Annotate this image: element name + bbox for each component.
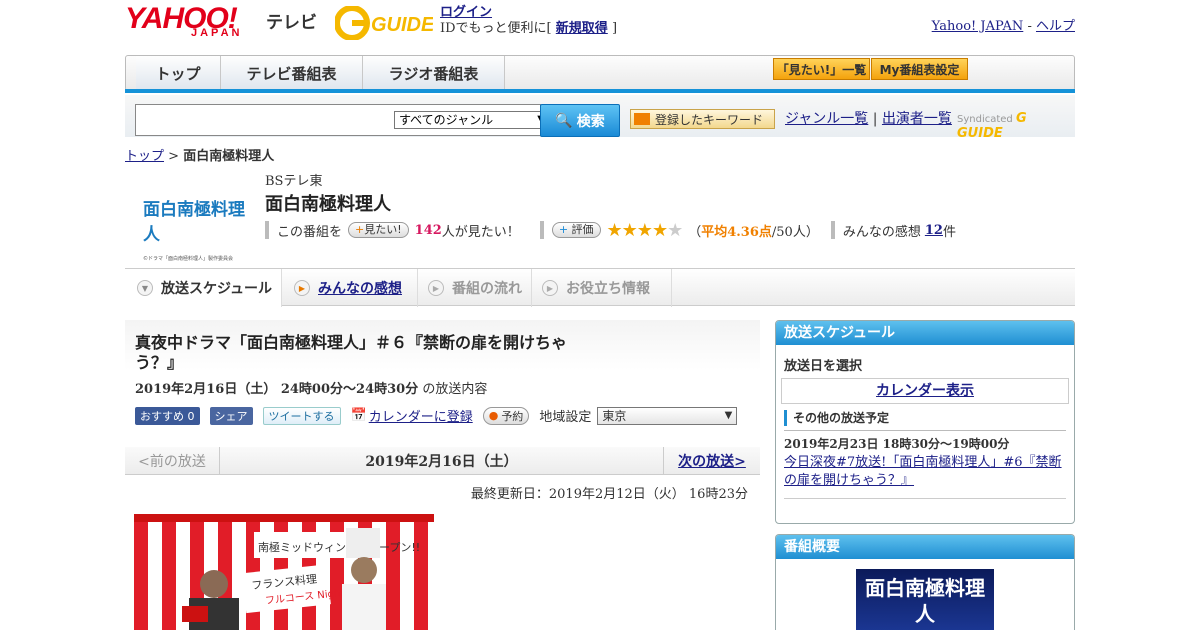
overview-image: 面白南極料理人 (856, 569, 994, 630)
rating-average: 平均4.36点 (701, 224, 772, 240)
syndicated-label: Syndicated G GUIDE (957, 111, 1027, 141)
login-area: ログイン IDでもっと便利に[ 新規取得 ] (440, 5, 618, 36)
performer-list-link[interactable]: 出演者一覧 (882, 111, 952, 127)
login-text: IDでもっと便利に[ (440, 21, 552, 36)
yahoo-japan-link[interactable]: Yahoo! JAPAN (932, 19, 1024, 34)
signup-link[interactable]: 新規取得 (556, 21, 608, 36)
other-broadcast-datetime: 2019年2月23日 18時30分～19時00分 (784, 430, 1066, 452)
episode-header: 真夜中ドラマ「面白南極料理人」＃６『禁断の扉を開けちゃう？』 2019年2月16… (125, 320, 760, 445)
calendar-icon: 📅 (350, 408, 367, 423)
rating-count: /50人） (771, 224, 819, 240)
mitai-count: 142 (414, 222, 442, 238)
prev-broadcast[interactable]: <前の放送 (125, 447, 220, 474)
calendar-register-link[interactable]: カレンダーに登録 (369, 406, 473, 425)
program-title: 面白南極料理人 (265, 194, 391, 215)
episode-photo: 南極ミッドウィンターオープン!! フランス料理 フルコース Night (134, 514, 434, 630)
tv-logo-label[interactable]: テレビ (266, 8, 317, 33)
facebook-recommend-button[interactable]: おすすめ 0 (135, 406, 200, 425)
guide-links: ジャンル一覧 | 出演者一覧 (785, 111, 952, 127)
social-bar: おすすめ 0 シェア ツイートする 📅 カレンダーに登録 ● 予約 地域設定 東京… (135, 406, 738, 425)
tweet-button[interactable]: ツイートする (262, 406, 341, 425)
sidebar-overview-heading: 番組概要 (776, 535, 1074, 559)
breadcrumb-top-link[interactable]: トップ (125, 149, 164, 164)
mitai-button[interactable]: +見たい! (348, 222, 409, 238)
svg-text:GUIDE: GUIDE (371, 14, 433, 36)
next-broadcast-link[interactable]: 次の放送> (678, 451, 746, 471)
nav-tab-radio-guide[interactable]: ラジオ番組表 (363, 56, 505, 90)
episode-title: 真夜中ドラマ「面白南極料理人」＃６『禁断の扉を開けちゃう？』 (135, 333, 568, 372)
other-broadcasts-heading: その他の放送予定 (784, 410, 1066, 426)
genre-select[interactable]: すべてのジャンル▼ (394, 111, 550, 129)
program-stats: この番組を +見たい! 142 人が見たい！ + 評価 ★★★★★ （ 平均4.… (265, 219, 956, 241)
sidebar-overview: 番組概要 面白南極料理人 (775, 534, 1075, 630)
last-updated: 最終更新日：2019年2月12日（火） 16時23分 (470, 487, 748, 502)
nav-tab-tv-guide[interactable]: テレビ番組表 (221, 56, 363, 90)
episode-datetime: 2019年2月16日（土） 24時00分～24時30分 (135, 382, 419, 397)
genre-list-link[interactable]: ジャンル一覧 (785, 111, 868, 127)
breadcrumb: トップ > 面白南極料理人 (125, 149, 275, 164)
facebook-share-button[interactable]: シェア (209, 406, 253, 425)
impressions-count-link[interactable]: 12 (925, 223, 943, 238)
top-links: Yahoo! JAPAN - ヘルプ (931, 19, 1075, 34)
yahoo-logo[interactable]: YAHOO! JAPAN (125, 4, 242, 39)
program-tabs: ▼ 放送スケジュール ▶ みんなの感想 ▶ 番組の流れ ▶ お役立ち情報 (125, 268, 1075, 307)
sidebar-schedule-heading: 放送スケジュール (776, 321, 1074, 345)
plus-icon: + (355, 223, 365, 236)
nav-tab-top[interactable]: トップ (136, 56, 221, 90)
nav-divider (125, 89, 1075, 93)
reserve-button[interactable]: ● 予約 (482, 406, 530, 425)
search-input[interactable]: すべてのジャンル▼ (135, 104, 550, 136)
tab-schedule[interactable]: ▼ 放送スケジュール (125, 269, 282, 307)
breadcrumb-current: 面白南極料理人 (183, 149, 275, 164)
region-select[interactable]: 東京 ▼ (597, 406, 738, 425)
record-icon: ● (488, 409, 499, 422)
program-thumbnail: 面白南極料理人 ©ドラマ「面白南極料理人」製作委員会 (143, 200, 245, 262)
episode-pager: <前の放送 2019年2月16日（土） 次の放送> (125, 447, 760, 475)
rate-button[interactable]: + 評価 (551, 222, 601, 238)
mitai-list-button[interactable]: 「見たい!」一覧 (773, 58, 870, 80)
main-nav: トップ テレビ番組表 ラジオ番組表 「見たい!」一覧 My番組表設定 (125, 55, 1075, 91)
chevron-right-icon: ▶ (542, 280, 558, 296)
current-broadcast-date: 2019年2月16日（土） (365, 453, 518, 470)
search-icon: 🔍 (555, 112, 573, 129)
tab-flow[interactable]: ▶ 番組の流れ (417, 269, 532, 307)
search-bar: すべてのジャンル▼ 🔍検索 登録したキーワード ジャンル一覧 | 出演者一覧 S… (125, 95, 1075, 141)
plus-icon: + (558, 223, 569, 236)
chevron-down-icon: ▼ (137, 280, 153, 296)
other-broadcast-link[interactable]: 今日深夜#7放送!「面白南極料理人」#6『禁断の扉を開けちゃう？』 (784, 455, 1062, 488)
dropdown-arrow-icon: ▼ (724, 409, 733, 421)
chevron-right-icon: ▶ (428, 280, 444, 296)
gguide-logo[interactable]: GUIDE (335, 6, 433, 40)
help-link[interactable]: ヘルプ (1036, 19, 1075, 34)
login-link[interactable]: ログイン (440, 5, 492, 20)
calendar-view-link[interactable]: カレンダー表示 (876, 383, 974, 399)
my-table-settings-button[interactable]: My番組表設定 (871, 58, 968, 80)
tab-info[interactable]: ▶ お役立ち情報 (532, 269, 672, 307)
svg-text:南極ミッドウィンターオープン!!: 南極ミッドウィンターオープン!! (258, 540, 420, 554)
sidebar-schedule: 放送スケジュール 放送日を選択 カレンダー表示 その他の放送予定 2019年2月… (775, 320, 1075, 524)
rating-stars: ★★★★★ (606, 219, 684, 241)
station-name: BSテレ東 (265, 174, 323, 189)
search-button[interactable]: 🔍 検索 (540, 104, 620, 137)
select-date-label: 放送日を選択 (784, 359, 863, 374)
episode-photo-image: 南極ミッドウィンターオープン!! フランス料理 フルコース Night (134, 514, 434, 630)
chevron-right-icon: ▶ (294, 280, 310, 296)
registered-keyword-button[interactable]: 登録したキーワード (630, 109, 775, 129)
